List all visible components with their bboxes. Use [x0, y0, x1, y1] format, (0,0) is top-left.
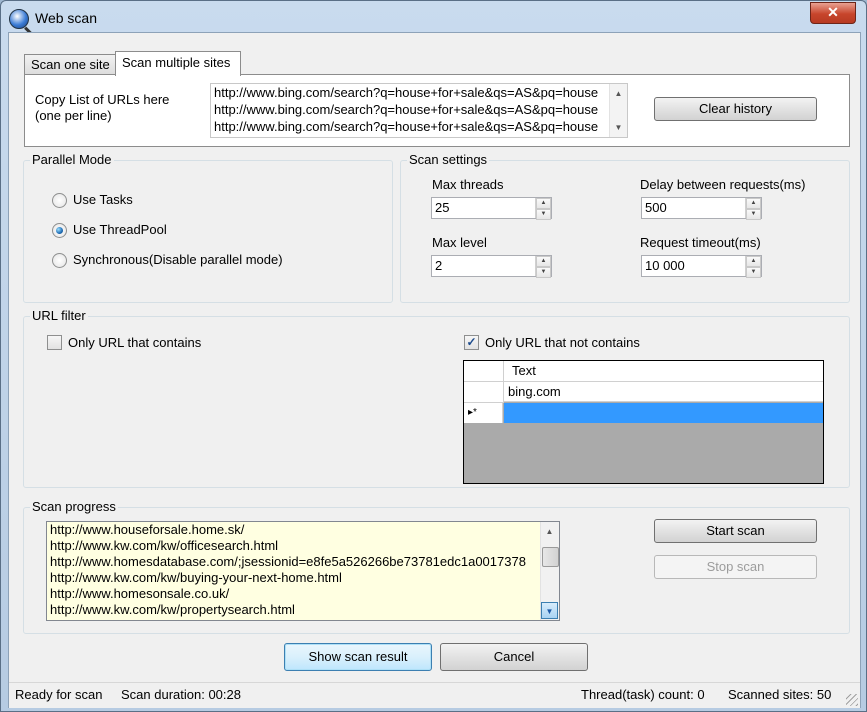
scan-progress-title: Scan progress: [30, 499, 118, 514]
radio-synchronous[interactable]: [52, 253, 67, 268]
timeout-stepper[interactable]: 10 000 ▲ ▼: [641, 255, 762, 278]
grid-corner: [464, 361, 504, 381]
spin-up-icon[interactable]: ▲: [536, 198, 551, 209]
url-filter-title: URL filter: [30, 308, 88, 323]
spin-up-icon[interactable]: ▲: [536, 256, 551, 267]
show-scan-result-button[interactable]: Show scan result: [284, 643, 432, 671]
check-icon: ✓: [466, 335, 477, 349]
close-button[interactable]: ✕: [810, 2, 856, 24]
log-scrollbar[interactable]: ▲ ▼: [540, 522, 559, 620]
delay-stepper[interactable]: 500 ▲ ▼: [641, 197, 762, 220]
window-title: Web scan: [35, 10, 97, 26]
contains-checkbox-label[interactable]: Only URL that contains: [68, 335, 201, 350]
scroll-up-icon[interactable]: ▲: [541, 523, 558, 540]
app-window: Web scan ✕ Scan one site Scan multiple s…: [0, 0, 867, 712]
radio-synchronous-label[interactable]: Synchronous(Disable parallel mode): [73, 252, 283, 267]
copy-urls-hint: (one per line): [35, 108, 112, 123]
log-line: http://www.kw.com/kw/buying-your-next-ho…: [50, 570, 342, 585]
log-line: http://www.kw.com/kw/propertysearch.html: [50, 602, 295, 617]
status-bar: Ready for scan Scan duration: 00:28 Thre…: [9, 682, 860, 708]
radio-use-tasks-label[interactable]: Use Tasks: [73, 192, 133, 207]
url-list-scrollbar[interactable]: ▲ ▼: [609, 84, 627, 137]
copy-urls-label: Copy List of URLs here: [35, 92, 170, 107]
scroll-up-icon[interactable]: ▲: [610, 85, 627, 102]
cancel-button[interactable]: Cancel: [440, 643, 588, 671]
max-level-label: Max level: [432, 235, 487, 250]
radio-use-threadpool[interactable]: [52, 223, 67, 238]
tab-panel-multiple-sites: Copy List of URLs here (one per line) ht…: [24, 74, 850, 147]
delay-value[interactable]: 500: [645, 198, 667, 218]
not-contains-checkbox[interactable]: ✓: [464, 335, 479, 350]
max-threads-value[interactable]: 25: [435, 198, 449, 218]
scan-settings-group: Scan settings Max threads 25 ▲ ▼ Delay be…: [400, 152, 850, 303]
title-bar[interactable]: Web scan ✕: [1, 1, 866, 35]
status-scanned-sites: Scanned sites: 50: [728, 687, 832, 702]
filter-text-grid[interactable]: Text bing.com ▸*: [463, 360, 824, 484]
parallel-mode-title: Parallel Mode: [30, 152, 114, 167]
timeout-value[interactable]: 10 000: [645, 256, 685, 276]
clear-history-button[interactable]: Clear history: [654, 97, 817, 121]
max-level-stepper[interactable]: 2 ▲ ▼: [431, 255, 552, 278]
log-line: http://www.homesdatabase.com/;jsessionid…: [50, 554, 526, 569]
not-contains-checkbox-label[interactable]: Only URL that not contains: [485, 335, 640, 350]
spin-up-icon[interactable]: ▲: [746, 256, 761, 267]
close-icon: ✕: [827, 4, 839, 20]
status-duration: Scan duration: 00:28: [121, 687, 241, 702]
tab-scan-one-site[interactable]: Scan one site: [24, 54, 118, 75]
max-level-value[interactable]: 2: [435, 256, 442, 276]
size-grip-icon[interactable]: [846, 694, 858, 706]
log-line: http://www.homesonsale.co.uk/: [50, 586, 230, 601]
spin-down-icon[interactable]: ▼: [746, 267, 761, 278]
url-list-line: http://www.bing.com/search?q=house+for+s…: [214, 119, 599, 134]
status-thread-count: Thread(task) count: 0: [581, 687, 705, 702]
spin-down-icon[interactable]: ▼: [536, 267, 551, 278]
log-line: http://www.houseforsale.home.sk/: [50, 522, 245, 537]
scroll-down-icon[interactable]: ▼: [541, 602, 558, 619]
grid-row-header[interactable]: [464, 382, 504, 403]
url-list-line: http://www.bing.com/search?q=house+for+s…: [214, 85, 599, 100]
grid-column-text[interactable]: Text: [504, 361, 823, 381]
radio-use-threadpool-label[interactable]: Use ThreadPool: [73, 222, 167, 237]
log-line: http://www.kw.com/kw/officesearch.html: [50, 538, 279, 553]
url-list-input[interactable]: http://www.bing.com/search?q=house+for+s…: [210, 83, 628, 138]
max-threads-stepper[interactable]: 25 ▲ ▼: [431, 197, 552, 220]
stop-scan-button[interactable]: Stop scan: [654, 555, 817, 579]
spin-down-icon[interactable]: ▼: [746, 209, 761, 220]
client-area: Scan one site Scan multiple sites Copy L…: [8, 32, 861, 708]
log-scroll-thumb[interactable]: [542, 547, 559, 567]
scroll-down-icon[interactable]: ▼: [610, 119, 627, 136]
grid-new-row-header[interactable]: ▸*: [464, 403, 503, 423]
grid-header: Text: [464, 361, 823, 382]
grid-new-row-cell[interactable]: [504, 403, 823, 423]
tab-scan-multiple-sites[interactable]: Scan multiple sites: [115, 51, 241, 76]
url-list-line: http://www.bing.com/search?q=house+for+s…: [214, 102, 599, 117]
app-globe-icon: [9, 9, 32, 35]
grid-row-cell[interactable]: bing.com: [504, 382, 823, 402]
radio-use-tasks[interactable]: [52, 193, 67, 208]
scan-settings-title: Scan settings: [407, 152, 490, 167]
spin-down-icon[interactable]: ▼: [536, 209, 551, 220]
parallel-mode-group: Parallel Mode Use Tasks Use ThreadPool S…: [23, 152, 393, 303]
max-threads-label: Max threads: [432, 177, 504, 192]
status-ready: Ready for scan: [15, 687, 103, 702]
start-scan-button[interactable]: Start scan: [654, 519, 817, 543]
scan-progress-log[interactable]: http://www.houseforsale.home.sk/ http://…: [46, 521, 560, 621]
spin-up-icon[interactable]: ▲: [746, 198, 761, 209]
delay-label: Delay between requests(ms): [640, 177, 806, 192]
timeout-label: Request timeout(ms): [640, 235, 761, 250]
contains-checkbox[interactable]: [47, 335, 62, 350]
